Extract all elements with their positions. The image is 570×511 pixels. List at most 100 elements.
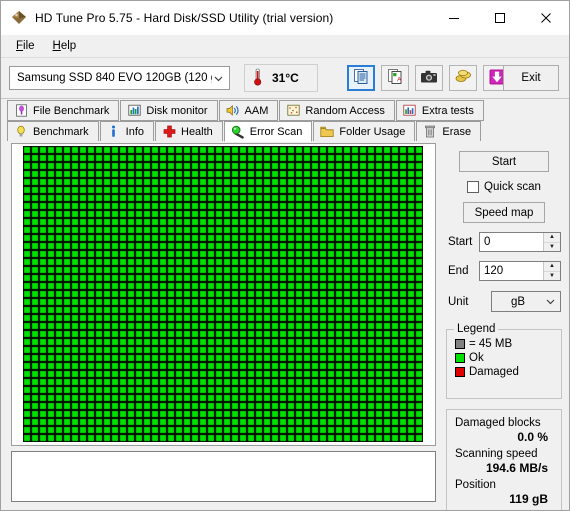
copy-icon — [353, 68, 370, 88]
start-button-label: Start — [491, 155, 517, 168]
speaker-icon — [226, 104, 240, 118]
scan-log-box[interactable] — [11, 451, 436, 502]
screenshot-button[interactable] — [415, 65, 443, 91]
legend-swatch-ok — [455, 353, 465, 363]
end-input[interactable]: 120 — [480, 262, 543, 280]
tab-benchmark[interactable]: Benchmark — [7, 121, 99, 142]
menu-bar: File Help — [1, 35, 569, 58]
tab-folder-usage-label: Folder Usage — [339, 125, 406, 138]
tab-health[interactable]: Health — [155, 121, 223, 142]
health-cross-icon — [162, 125, 176, 139]
legend-label-ok: Ok — [469, 352, 484, 364]
exit-button[interactable]: Exit — [503, 65, 559, 91]
tab-info-label: Info — [125, 125, 144, 138]
speed-map-button[interactable]: Speed map — [463, 202, 545, 223]
disk-monitor-icon — [127, 104, 141, 118]
camera-icon — [420, 69, 438, 87]
file-benchmark-icon — [14, 104, 28, 118]
maximize-button[interactable] — [477, 1, 523, 34]
tab-erase-label: Erase — [442, 125, 472, 138]
tab-error-scan[interactable]: Error Scan — [223, 121, 313, 142]
title-bar: HD Tune Pro 5.75 - Hard Disk/SSD Utility… — [1, 1, 569, 35]
start-spinner-up[interactable]: ▲ — [544, 233, 560, 243]
tab-file-benchmark-label: File Benchmark — [33, 104, 110, 117]
error-scan-panel: Start Quick scan Speed map Start 0 ▲ ▼ E… — [1, 141, 569, 510]
unit-select[interactable]: gB — [491, 291, 561, 312]
trash-icon — [423, 125, 437, 139]
extra-tests-icon — [403, 104, 417, 118]
end-spinner-up[interactable]: ▲ — [544, 262, 560, 272]
scan-controls-panel: Start Quick scan Speed map Start 0 ▲ ▼ E… — [444, 141, 564, 510]
tab-erase[interactable]: Erase — [416, 121, 482, 142]
legend-label-damaged: Damaged — [469, 366, 519, 378]
start-input[interactable]: 0 — [480, 233, 543, 251]
legend-label-scale: = 45 MB — [469, 338, 513, 350]
coins-icon — [455, 69, 472, 87]
end-field-label: End — [448, 265, 469, 277]
minimize-button[interactable] — [431, 1, 477, 34]
copy-to-clipboard-button[interactable] — [347, 65, 375, 91]
quick-scan-checkbox-box — [467, 181, 480, 193]
start-button[interactable]: Start — [459, 151, 549, 172]
hdtune-icon — [10, 9, 28, 27]
tab-health-label: Health — [181, 125, 213, 138]
svg-text:A: A — [397, 77, 402, 84]
legend-group: Legend = 45 MB Ok Damaged — [446, 323, 562, 399]
speed-map-button-label: Speed map — [474, 206, 534, 219]
copy-image-icon: A — [387, 68, 404, 88]
legend-swatch-scale — [455, 339, 465, 349]
stat-scanning-speed-value: 194.6 MB/s — [485, 461, 548, 475]
start-spinner[interactable]: 0 ▲ ▼ — [479, 232, 561, 252]
tab-folder-usage[interactable]: Folder Usage — [313, 121, 416, 142]
unit-field-label: Unit — [448, 295, 469, 308]
scan-block-grid[interactable] — [23, 146, 423, 442]
end-spinner-down[interactable]: ▼ — [544, 272, 560, 281]
tab-aam[interactable]: AAM — [218, 100, 279, 121]
tab-info[interactable]: Info — [99, 121, 154, 142]
menu-file[interactable]: File — [7, 38, 44, 54]
close-button[interactable] — [523, 1, 569, 34]
quick-scan-checkbox[interactable]: Quick scan — [444, 181, 564, 193]
temperature-value: 31°C — [272, 71, 299, 85]
tab-random-access[interactable]: Random Access — [279, 100, 395, 121]
stat-damaged-blocks: Damaged blocks 0.0 % — [455, 417, 554, 444]
copy-image-button[interactable]: A — [381, 65, 409, 91]
tab-row-1: File Benchmark Disk monitor AAM Random A… — [1, 100, 569, 121]
menu-help-rest: elp — [60, 40, 77, 52]
start-field-row: Start 0 ▲ ▼ — [444, 232, 564, 252]
quick-scan-label: Quick scan — [484, 181, 541, 193]
tab-random-access-label: Random Access — [305, 104, 385, 117]
magnifier-icon — [231, 125, 245, 139]
tab-aam-label: AAM — [244, 104, 269, 117]
unit-select-value: gB — [510, 295, 526, 308]
stats-group: Damaged blocks 0.0 % Scanning speed 194.… — [446, 409, 562, 510]
tab-error-scan-label: Error Scan — [249, 125, 303, 138]
unit-field-row: Unit gB — [444, 291, 564, 312]
info-icon — [107, 125, 121, 139]
legend-row-ok: Ok — [455, 352, 555, 364]
buy-now-button[interactable] — [449, 65, 477, 91]
chevron-down-icon — [212, 72, 225, 85]
end-spinner[interactable]: 120 ▲ ▼ — [479, 261, 561, 281]
drive-select[interactable]: Samsung SSD 840 EVO 120GB (120 gB) — [9, 66, 230, 90]
tab-row-2: Benchmark Info Health Error Scan Folder … — [1, 121, 569, 142]
start-spinner-down[interactable]: ▼ — [544, 243, 560, 252]
stat-scanning-speed: Scanning speed 194.6 MB/s — [455, 448, 554, 475]
end-spinner-arrows: ▲ ▼ — [543, 262, 560, 280]
window-controls — [431, 1, 569, 34]
stat-damaged-blocks-value: 0.0 % — [517, 430, 548, 444]
menu-file-rest: ile — [23, 40, 35, 52]
menu-help[interactable]: Help — [44, 38, 86, 54]
tab-extra-tests[interactable]: Extra tests — [395, 100, 484, 121]
stat-position-value: 119 gB — [509, 492, 548, 506]
lightbulb-icon — [14, 125, 28, 139]
tab-disk-monitor-label: Disk monitor — [146, 104, 208, 117]
legend-row-scale: = 45 MB — [455, 338, 555, 350]
tab-file-benchmark[interactable]: File Benchmark — [7, 100, 120, 121]
exit-button-label: Exit — [521, 72, 541, 84]
folder-icon — [320, 125, 334, 139]
temperature-display: 31°C — [244, 64, 318, 92]
start-field-label: Start — [448, 236, 473, 248]
stat-position: Position 119 gB — [455, 479, 554, 506]
tab-disk-monitor[interactable]: Disk monitor — [120, 100, 218, 121]
